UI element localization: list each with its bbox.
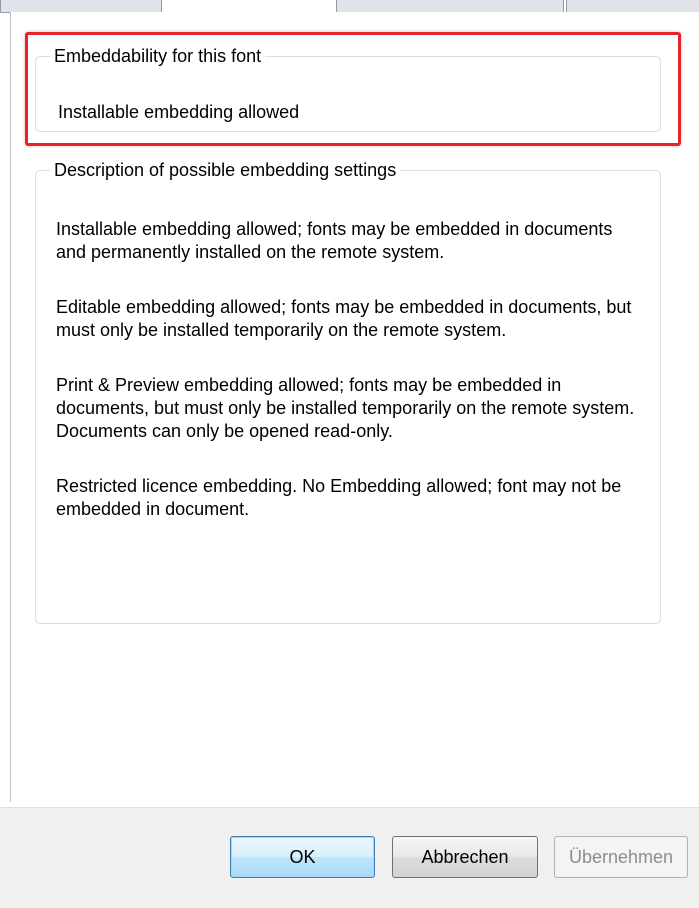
description-installable: Installable embedding allowed; fonts may… <box>56 219 613 262</box>
description-editable: Editable embedding allowed; fonts may be… <box>56 297 632 340</box>
description-group: Description of possible embedding settin… <box>35 160 661 624</box>
description-legend: Description of possible embedding settin… <box>54 160 397 180</box>
cancel-button[interactable]: Abbrechen <box>392 836 538 878</box>
dialog-button-bar: OK Abbrechen Übernehmen <box>0 807 699 908</box>
tab-page: Embeddability for this font Installable … <box>10 12 699 802</box>
ok-button[interactable]: OK <box>230 836 375 878</box>
highlight-annotation <box>25 32 681 146</box>
description-text: Installable embedding allowed; fonts may… <box>56 218 646 553</box>
description-restricted: Restricted licence embedding. No Embeddi… <box>56 476 622 519</box>
description-print-preview: Print & Preview embedding allowed; fonts… <box>56 375 635 441</box>
apply-button[interactable]: Übernehmen <box>554 836 688 878</box>
